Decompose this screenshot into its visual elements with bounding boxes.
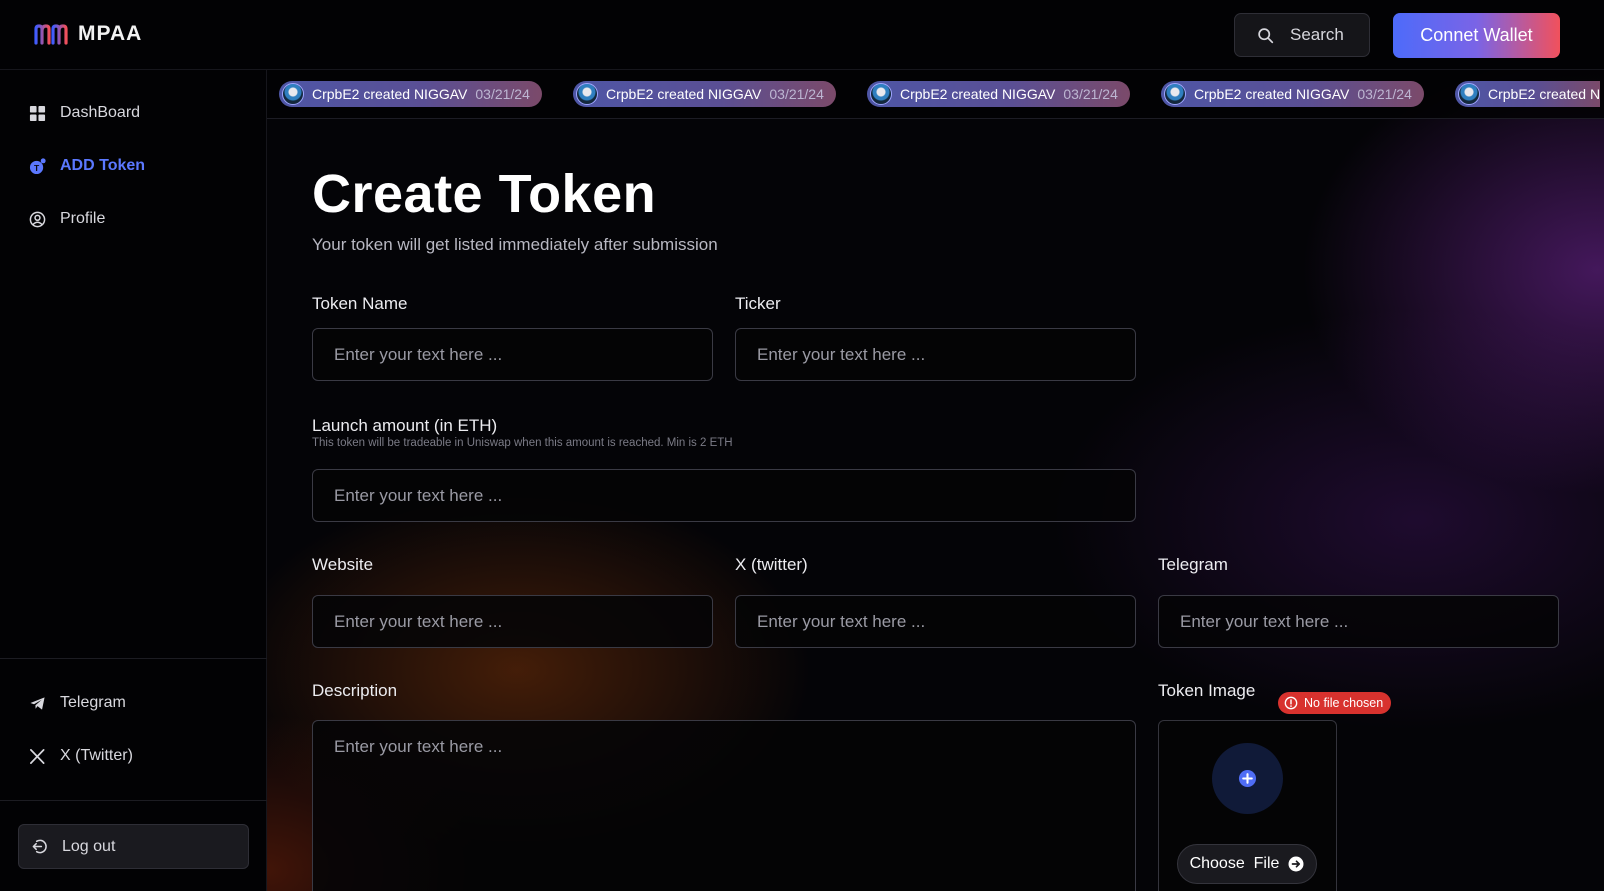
logout-label: Log out	[62, 837, 116, 855]
grid-icon	[29, 105, 46, 121]
ticker-label: Ticker	[735, 294, 781, 313]
ticker-text: CrpbE2 created NIGGAV	[312, 86, 468, 102]
brand-logo[interactable]: MPAA	[34, 22, 142, 46]
arrow-right-circle-icon	[1288, 856, 1304, 872]
sidebar-divider	[0, 658, 267, 659]
user-circle-icon	[29, 211, 46, 227]
page-subtitle: Your token will get listed immediately a…	[312, 235, 718, 254]
sidebar-item-label: ADD Token	[60, 157, 146, 174]
ticker-item[interactable]: CrpbE2 created NIGGAV 03/21/24	[867, 81, 1130, 107]
telegram-input[interactable]	[1158, 595, 1559, 648]
sidebar-item-label: Profile	[60, 210, 106, 227]
sidebar-item-add-token[interactable]: T ADD Token	[29, 157, 145, 175]
avatar	[870, 83, 892, 105]
choose-file-label: Choose File	[1189, 855, 1280, 872]
ticker-text: CrpbE2 created NIGGAV	[1194, 86, 1350, 102]
website-label: Website	[312, 555, 374, 574]
svg-text:T: T	[34, 162, 40, 172]
avatar	[1458, 83, 1480, 105]
page-title: Create Token	[312, 164, 657, 224]
connect-wallet-button[interactable]: Connet Wallet	[1393, 13, 1560, 58]
search-icon	[1258, 27, 1274, 43]
ticker-item[interactable]: CrpbE2 created N	[1455, 81, 1601, 107]
ticker-date: 03/21/24	[1357, 86, 1412, 102]
activity-ticker: CrpbE2 created NIGGAV 03/21/24 CrpbE2 cr…	[267, 70, 1604, 119]
upload-button[interactable]	[1212, 743, 1283, 814]
ticker-text: CrpbE2 created N	[1488, 86, 1601, 102]
ticker-text: CrpbE2 created NIGGAV	[900, 86, 1056, 102]
top-header: MPAA Search Connet Wallet	[0, 0, 1604, 70]
description-label: Description	[312, 681, 398, 700]
sidebar-item-profile[interactable]: Profile	[29, 210, 105, 228]
logo-icon	[34, 24, 68, 45]
ticker-date: 03/21/24	[475, 86, 530, 102]
token-image-label: Token Image	[1158, 681, 1256, 700]
twitter-label: X (twitter)	[735, 555, 808, 574]
telegram-label: Telegram	[1158, 555, 1228, 574]
sidebar-item-label: Telegram	[60, 694, 126, 711]
avatar	[576, 83, 598, 105]
telegram-icon	[30, 696, 45, 710]
no-file-badge: No file chosen	[1278, 692, 1392, 714]
ticker-item[interactable]: CrpbE2 created NIGGAV 03/21/24	[279, 81, 542, 107]
token-add-icon: T	[29, 157, 46, 174]
ticker-date: 03/21/24	[769, 86, 824, 102]
ticker-item[interactable]: CrpbE2 created NIGGAV 03/21/24	[1161, 81, 1424, 107]
avatar	[282, 83, 304, 105]
launch-amount-hint: This token will be tradeable in Uniswap …	[312, 437, 733, 449]
no-file-text: No file chosen	[1304, 696, 1384, 710]
token-name-input[interactable]	[312, 328, 713, 381]
website-input[interactable]	[312, 595, 713, 648]
twitter-input[interactable]	[735, 595, 1136, 648]
sidebar-item-twitter[interactable]: X (Twitter)	[29, 747, 133, 765]
description-textarea[interactable]	[312, 720, 1136, 891]
logo-text: MPAA	[78, 22, 143, 45]
search-label: Search	[1290, 25, 1344, 44]
ticker-date: 03/21/24	[1063, 86, 1118, 102]
choose-file-button[interactable]: Choose File	[1177, 844, 1317, 884]
logout-icon	[32, 839, 47, 854]
plus-circle-icon	[1238, 769, 1257, 788]
ticker-input[interactable]	[735, 328, 1136, 381]
avatar	[1164, 83, 1186, 105]
sidebar-item-dashboard[interactable]: DashBoard	[29, 104, 140, 122]
ticker-item[interactable]: CrpbE2 created NIGGAV 03/21/24	[573, 81, 836, 107]
search-button[interactable]: Search	[1234, 13, 1370, 57]
x-icon	[30, 748, 45, 764]
logout-button[interactable]: Log out	[18, 824, 249, 869]
launch-amount-label: Launch amount (in ETH)	[312, 416, 498, 435]
sidebar-item-telegram[interactable]: Telegram	[29, 694, 126, 712]
sidebar-item-label: DashBoard	[60, 104, 141, 121]
token-name-label: Token Name	[312, 294, 408, 313]
sidebar: DashBoard T ADD Token Profile Telegram X…	[0, 70, 267, 891]
sidebar-divider	[0, 800, 267, 801]
alert-circle-icon	[1284, 696, 1298, 710]
token-image-dropzone[interactable]: Choose File	[1158, 720, 1337, 891]
sidebar-item-label: X (Twitter)	[60, 747, 133, 764]
main-content: CrpbE2 created NIGGAV 03/21/24 CrpbE2 cr…	[267, 70, 1604, 891]
ticker-text: CrpbE2 created NIGGAV	[606, 86, 762, 102]
launch-amount-input[interactable]	[312, 469, 1136, 522]
